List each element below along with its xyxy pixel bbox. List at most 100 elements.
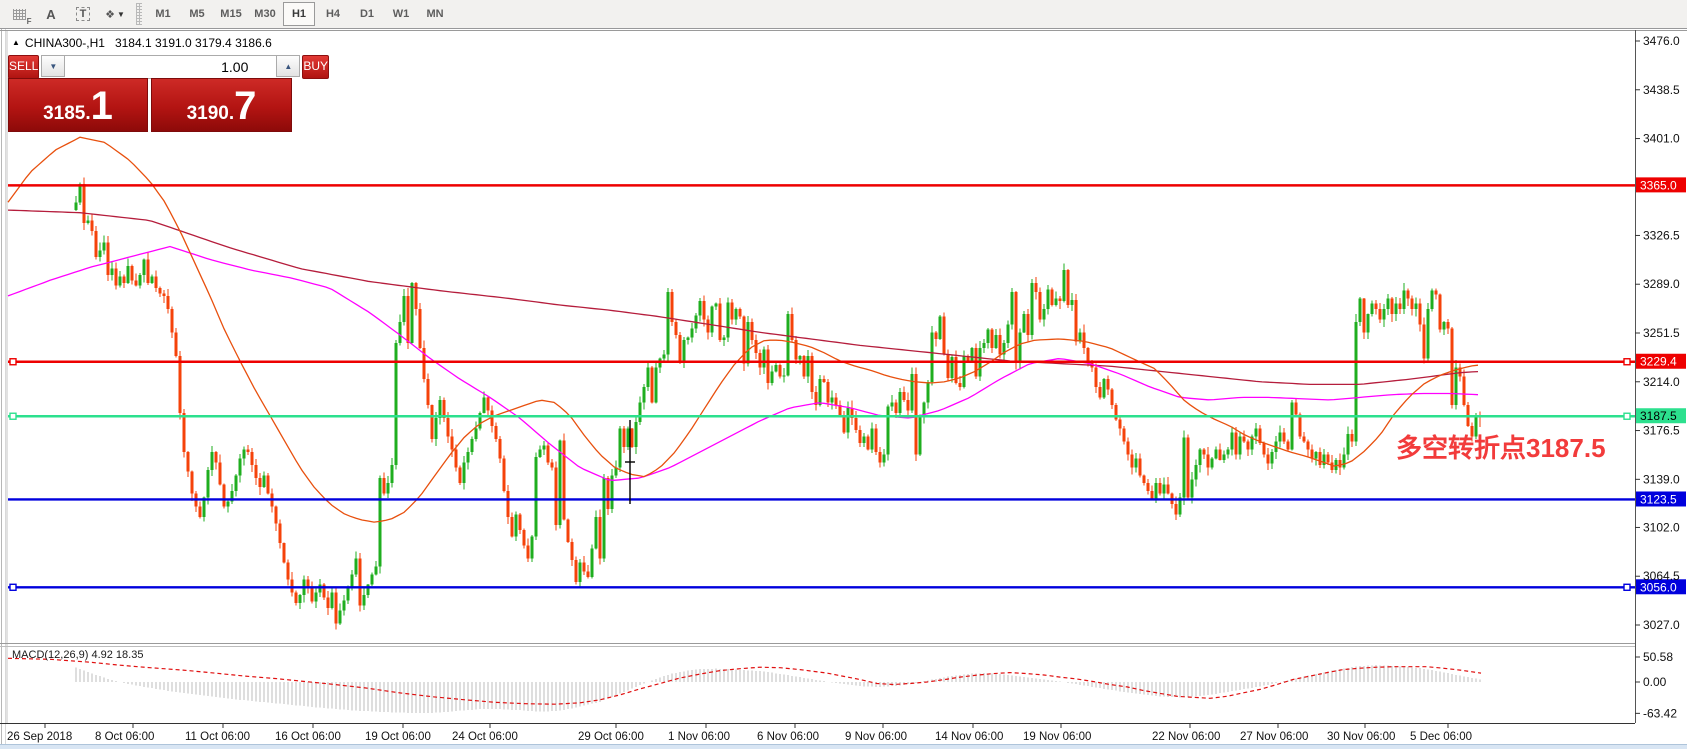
candle-body bbox=[655, 367, 658, 402]
candle-body bbox=[199, 507, 202, 517]
candle-body bbox=[531, 537, 534, 559]
candle-body bbox=[1427, 309, 1430, 358]
price-tick-label: 3401.0 bbox=[1643, 132, 1680, 146]
candle-body bbox=[399, 322, 402, 343]
candle-body bbox=[75, 202, 78, 210]
candle-body bbox=[519, 514, 522, 530]
candle-body bbox=[363, 595, 366, 605]
candle-body bbox=[431, 405, 434, 439]
line-handle[interactable] bbox=[1624, 584, 1630, 590]
macd-indicator-label: MACD(12,26,9) 4.92 18.35 bbox=[12, 649, 143, 661]
price-tick-label: 3139.0 bbox=[1643, 472, 1680, 486]
candle-body bbox=[679, 335, 682, 361]
time-tick-label: 1 Nov 06:00 bbox=[668, 731, 730, 743]
candle-body bbox=[1059, 299, 1062, 302]
candle-body bbox=[735, 309, 738, 319]
candle-body bbox=[563, 440, 566, 519]
candle-body bbox=[187, 452, 190, 472]
candle-body bbox=[287, 563, 290, 580]
candle-body bbox=[387, 483, 390, 493]
candle-body bbox=[843, 416, 846, 433]
volume-input[interactable] bbox=[65, 55, 276, 79]
candle-body bbox=[1463, 377, 1466, 406]
candle-body bbox=[719, 304, 722, 340]
candle-body bbox=[1035, 283, 1038, 292]
sell-price-int: 3185 bbox=[43, 79, 85, 125]
candle-body bbox=[639, 403, 642, 423]
sell-price-box[interactable]: 3185.1 bbox=[8, 78, 148, 132]
candle-body bbox=[1211, 459, 1214, 468]
sell-button[interactable]: SELL bbox=[8, 55, 39, 79]
candle-body bbox=[151, 276, 154, 283]
candle-body bbox=[251, 452, 254, 465]
candle-body bbox=[191, 472, 194, 494]
line-handle[interactable] bbox=[10, 359, 16, 365]
candle-body bbox=[1431, 291, 1434, 309]
candle-body bbox=[539, 449, 542, 457]
candle-body bbox=[223, 485, 226, 507]
candle-body bbox=[731, 302, 734, 319]
candle-body bbox=[315, 592, 318, 601]
chart-text-annotation[interactable]: 多空转折点3187.5 bbox=[1396, 428, 1606, 465]
candle-body bbox=[247, 449, 250, 452]
candle-body bbox=[383, 478, 386, 494]
candle-body bbox=[943, 317, 946, 355]
candle-body bbox=[515, 514, 518, 536]
candle-body bbox=[391, 465, 394, 483]
time-tick-label: 19 Oct 06:00 bbox=[365, 731, 431, 743]
candle-body bbox=[663, 354, 666, 358]
candle-body bbox=[119, 276, 122, 285]
candle-body bbox=[1055, 299, 1058, 306]
buy-button[interactable]: BUY bbox=[302, 55, 329, 79]
volume-increase-button[interactable]: ▲ bbox=[276, 55, 300, 77]
candle-body bbox=[359, 559, 362, 606]
candle-body bbox=[463, 462, 466, 483]
candle-body bbox=[483, 397, 486, 413]
candle-body bbox=[1443, 322, 1446, 330]
candle-body bbox=[787, 314, 790, 375]
line-handle[interactable] bbox=[10, 584, 16, 590]
candle-body bbox=[651, 367, 654, 402]
candle-body bbox=[1291, 403, 1294, 450]
candle-body bbox=[451, 436, 454, 449]
candle-body bbox=[79, 184, 82, 202]
candle-body bbox=[995, 335, 998, 348]
line-handle[interactable] bbox=[10, 413, 16, 419]
candle-body bbox=[1023, 314, 1026, 332]
candle-body bbox=[467, 452, 470, 462]
candle-body bbox=[1175, 504, 1178, 514]
line-handle[interactable] bbox=[1624, 359, 1630, 365]
candle-body bbox=[107, 243, 110, 276]
line-handle[interactable] bbox=[1624, 413, 1630, 419]
time-tick-label: 29 Oct 06:00 bbox=[578, 731, 644, 743]
candle-body bbox=[671, 292, 674, 322]
candle-body bbox=[487, 397, 490, 410]
candle-body bbox=[435, 418, 438, 439]
candle-body bbox=[215, 452, 218, 462]
candle-body bbox=[499, 439, 502, 459]
candle-body bbox=[147, 260, 150, 283]
candle-body bbox=[875, 429, 878, 452]
macd-tick-label: 50.58 bbox=[1643, 650, 1673, 664]
candle-body bbox=[275, 507, 278, 524]
candle-body bbox=[1167, 485, 1170, 494]
candle-body bbox=[427, 379, 430, 405]
candle-body bbox=[1295, 403, 1298, 415]
candle-body bbox=[1123, 429, 1126, 442]
candle-body bbox=[1103, 379, 1106, 397]
candle-body bbox=[1303, 436, 1306, 441]
candle-body bbox=[1371, 304, 1374, 314]
buy-price-box[interactable]: 3190.7 bbox=[151, 78, 292, 132]
volume-decrease-button[interactable]: ▼ bbox=[41, 55, 65, 77]
candle-body bbox=[683, 340, 686, 361]
price-tick-label: 3326.5 bbox=[1643, 228, 1680, 242]
candle-body bbox=[703, 301, 706, 319]
candle-body bbox=[1107, 379, 1110, 389]
candle-body bbox=[1399, 304, 1402, 309]
candle-body bbox=[743, 317, 746, 364]
candle-body bbox=[903, 392, 906, 400]
candle-body bbox=[619, 429, 622, 468]
candle-body bbox=[1327, 455, 1330, 463]
candle-body bbox=[535, 457, 538, 536]
candle-body bbox=[447, 418, 450, 436]
